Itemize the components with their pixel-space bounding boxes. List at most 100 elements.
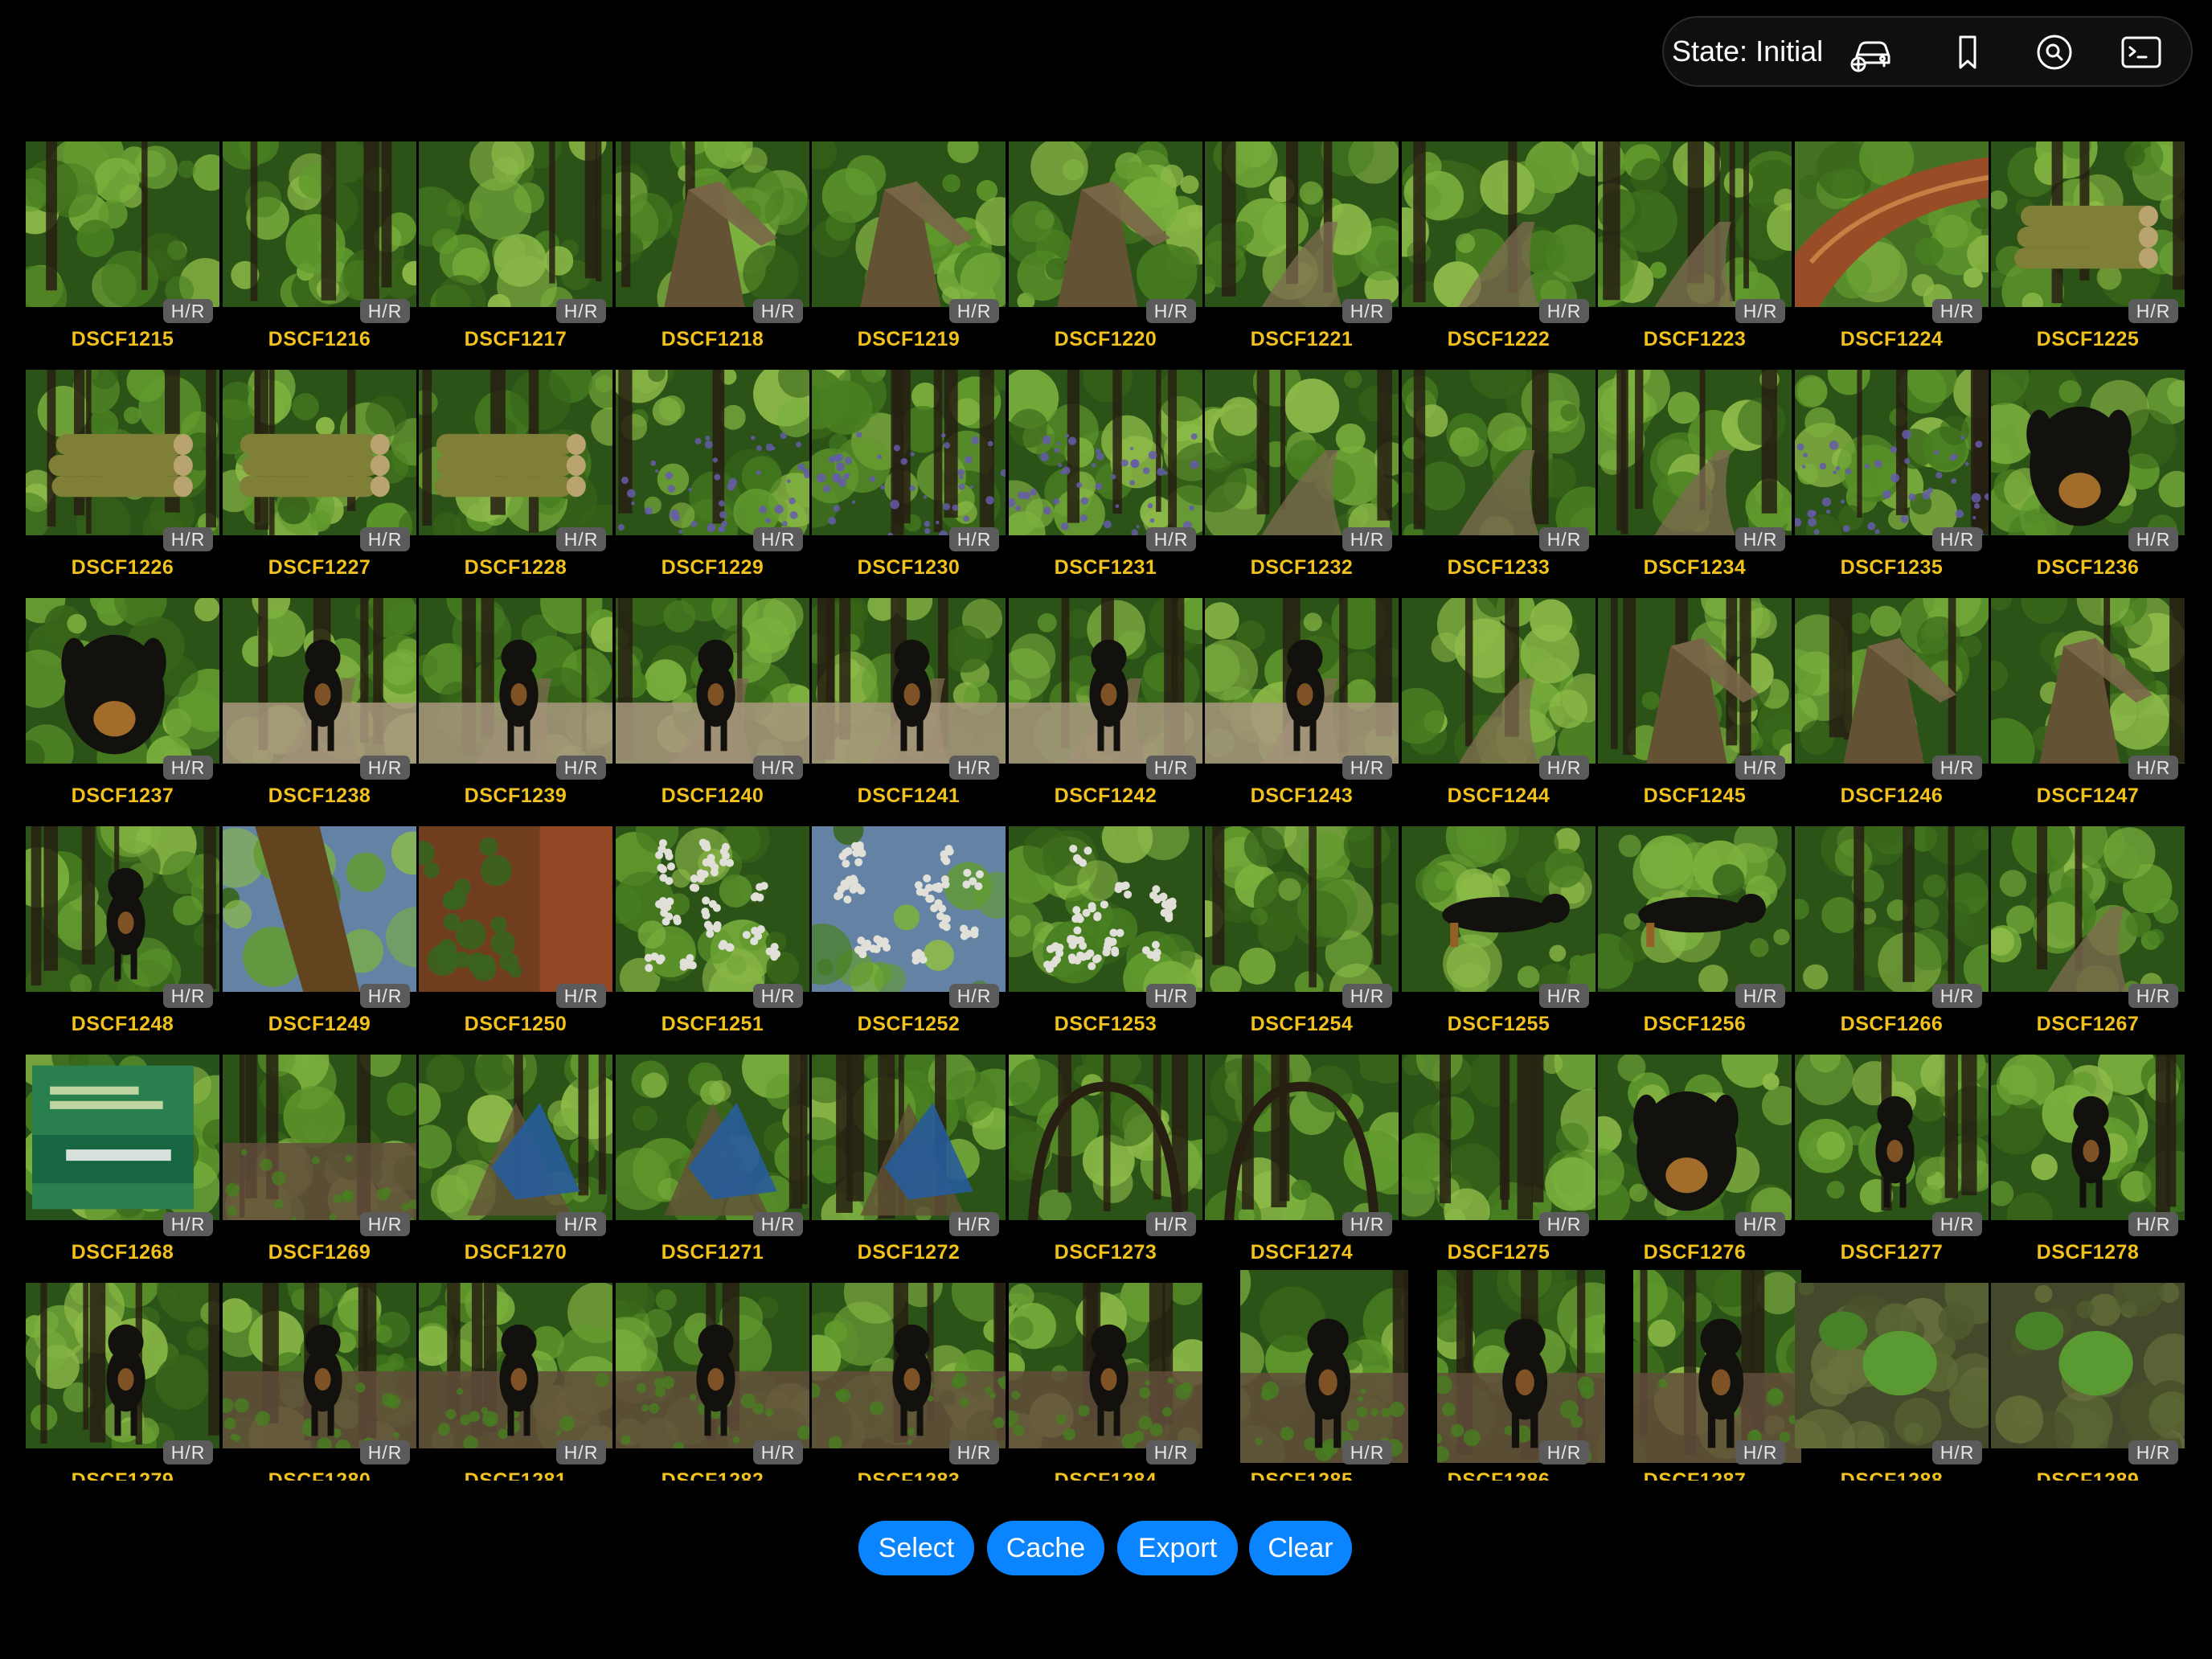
bookmark-icon[interactable] [1945,32,1990,72]
photo-image[interactable] [1598,598,1792,764]
photo-image[interactable] [812,370,1006,535]
photo-thumbnail-item[interactable]: H/R DSCF1244 [1402,598,1596,826]
photo-thumbnail-item[interactable]: H/R DSCF1226 [26,370,219,598]
photo-thumbnail-item[interactable]: H/R DSCF1242 [1009,598,1202,826]
photo-thumbnail-item[interactable]: H/R DSCF1227 [223,370,416,598]
photo-thumbnail-item[interactable]: H/R DSCF1221 [1205,141,1399,370]
photo-image[interactable] [26,826,219,992]
photo-image[interactable] [26,370,219,535]
photo-thumbnail-item[interactable]: H/R DSCF1246 [1795,598,1989,826]
photo-image[interactable] [419,826,612,992]
photo-image[interactable] [26,1055,219,1220]
photo-thumbnail-item[interactable]: H/R DSCF1225 [1991,141,2185,370]
photo-image[interactable] [1402,1055,1596,1220]
photo-thumbnail-item[interactable]: H/R DSCF1247 [1991,598,2185,826]
photo-image[interactable] [812,598,1006,764]
photo-thumbnail-item[interactable]: H/R DSCF1240 [616,598,809,826]
photo-thumbnail-item[interactable]: H/R DSCF1253 [1009,826,1202,1055]
photo-thumbnail-item[interactable]: H/R DSCF1245 [1598,598,1792,826]
photo-thumbnail-item[interactable]: H/R DSCF1229 [616,370,809,598]
photo-image[interactable] [419,370,612,535]
photo-thumbnail-item[interactable]: H/R DSCF1271 [616,1055,809,1283]
photo-thumbnail-item[interactable]: H/R DSCF1284 [1009,1283,1202,1481]
photo-thumbnail-item[interactable]: H/R DSCF1239 [419,598,612,826]
photo-thumbnail-item[interactable]: H/R DSCF1272 [812,1055,1006,1283]
photo-thumbnail-item[interactable]: H/R DSCF1248 [26,826,219,1055]
photo-thumbnail-item[interactable]: H/R DSCF1254 [1205,826,1399,1055]
photo-image[interactable] [616,141,809,307]
photo-image[interactable] [812,1055,1006,1220]
photo-thumbnail-item[interactable]: H/R DSCF1286 [1402,1270,1605,1481]
photo-thumbnail-item[interactable]: H/R DSCF1228 [419,370,612,598]
photo-thumbnail-item[interactable]: H/R DSCF1222 [1402,141,1596,370]
photo-image[interactable] [223,1055,416,1220]
cache-button[interactable]: Cache [987,1521,1104,1575]
photo-thumbnail-item[interactable]: H/R DSCF1285 [1205,1270,1408,1481]
photo-thumbnail-item[interactable]: H/R DSCF1280 [223,1283,416,1481]
photo-image[interactable] [1240,1270,1408,1463]
car-add-icon[interactable] [1849,32,1894,72]
photo-image[interactable] [419,1283,612,1448]
photo-image[interactable] [26,1283,219,1448]
export-button[interactable]: Export [1117,1521,1238,1575]
photo-thumbnail-item[interactable]: H/R DSCF1288 [1795,1283,1989,1481]
photo-image[interactable] [1598,826,1792,992]
photo-image[interactable] [1991,826,2185,992]
photo-thumbnail-item[interactable]: H/R DSCF1252 [812,826,1006,1055]
photo-thumbnail-item[interactable]: H/R DSCF1241 [812,598,1006,826]
photo-image[interactable] [1633,1270,1801,1463]
photo-image[interactable] [1009,1283,1202,1448]
photo-thumbnail-item[interactable]: H/R DSCF1215 [26,141,219,370]
photo-image[interactable] [616,1283,809,1448]
photo-thumbnail-item[interactable]: H/R DSCF1238 [223,598,416,826]
photo-image[interactable] [1205,1055,1399,1220]
photo-thumbnail-item[interactable]: H/R DSCF1237 [26,598,219,826]
photo-thumbnail-item[interactable]: H/R DSCF1231 [1009,370,1202,598]
photo-thumbnail-item[interactable]: H/R DSCF1249 [223,826,416,1055]
photo-image[interactable] [812,826,1006,992]
photo-thumbnail-item[interactable]: H/R DSCF1224 [1795,141,1989,370]
photo-thumbnail-item[interactable]: H/R DSCF1274 [1205,1055,1399,1283]
photo-grid[interactable]: H/R DSCF1215 H/R DSCF1216 H/R DSCF1217 H/R DSCF… [26,141,2189,1481]
photo-image[interactable] [616,1055,809,1220]
photo-image[interactable] [1598,1055,1792,1220]
photo-thumbnail-item[interactable]: H/R DSCF1218 [616,141,809,370]
clear-button[interactable]: Clear [1249,1521,1352,1575]
photo-image[interactable] [1205,141,1399,307]
photo-thumbnail-item[interactable]: H/R DSCF1267 [1991,826,2185,1055]
photo-image[interactable] [1402,826,1596,992]
photo-thumbnail-item[interactable]: H/R DSCF1283 [812,1283,1006,1481]
photo-thumbnail-item[interactable]: H/R DSCF1234 [1598,370,1792,598]
photo-image[interactable] [1009,826,1202,992]
photo-image[interactable] [1437,1270,1605,1463]
photo-image[interactable] [812,141,1006,307]
select-button[interactable]: Select [858,1521,974,1575]
photo-thumbnail-item[interactable]: H/R DSCF1233 [1402,370,1596,598]
search-circle-icon[interactable] [2032,32,2077,72]
photo-image[interactable] [223,1283,416,1448]
photo-thumbnail-item[interactable]: H/R DSCF1277 [1795,1055,1989,1283]
photo-thumbnail-item[interactable]: H/R DSCF1232 [1205,370,1399,598]
photo-image[interactable] [1402,598,1596,764]
photo-image[interactable] [1205,598,1399,764]
photo-image[interactable] [1009,1055,1202,1220]
photo-thumbnail-item[interactable]: H/R DSCF1216 [223,141,416,370]
photo-thumbnail-item[interactable]: H/R DSCF1266 [1795,826,1989,1055]
photo-image[interactable] [26,141,219,307]
photo-image[interactable] [616,598,809,764]
photo-thumbnail-item[interactable]: H/R DSCF1217 [419,141,612,370]
photo-image[interactable] [223,370,416,535]
photo-image[interactable] [1991,1283,2185,1448]
photo-thumbnail-item[interactable]: H/R DSCF1289 [1991,1283,2185,1481]
photo-image[interactable] [1205,826,1399,992]
photo-image[interactable] [616,826,809,992]
photo-thumbnail-item[interactable]: H/R DSCF1219 [812,141,1006,370]
photo-image[interactable] [616,370,809,535]
photo-image[interactable] [1402,370,1596,535]
photo-thumbnail-item[interactable]: H/R DSCF1281 [419,1283,612,1481]
photo-thumbnail-item[interactable]: H/R DSCF1269 [223,1055,416,1283]
photo-thumbnail-item[interactable]: H/R DSCF1235 [1795,370,1989,598]
photo-image[interactable] [1795,598,1989,764]
photo-thumbnail-item[interactable]: H/R DSCF1273 [1009,1055,1202,1283]
photo-image[interactable] [26,598,219,764]
